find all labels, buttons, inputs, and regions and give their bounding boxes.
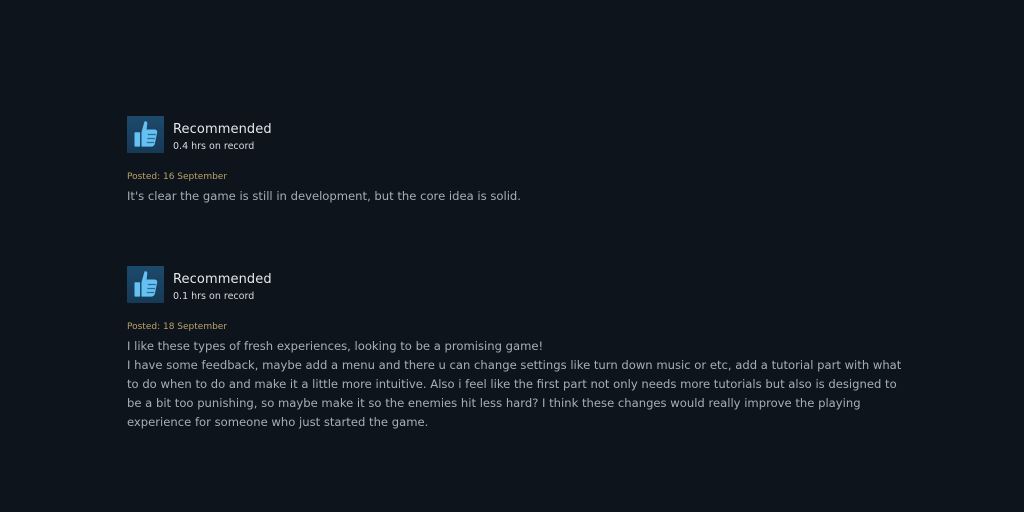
review-paragraph: I like these types of fresh experiences,… bbox=[127, 339, 544, 353]
review-paragraph: It's clear the game is still in developm… bbox=[127, 189, 521, 203]
review-header: Recommended 0.1 hrs on record bbox=[127, 266, 907, 304]
posted-date: Posted: 16 September bbox=[127, 172, 228, 182]
review-text: It's clear the game is still in developm… bbox=[127, 187, 902, 206]
review-verdict[interactable]: Recommended bbox=[173, 272, 272, 287]
hours-on-record: 0.1 hrs on record bbox=[173, 291, 255, 302]
review-card: Recommended 0.1 hrs on record Posted: 18… bbox=[127, 266, 907, 429]
posted-date: Posted: 18 September bbox=[127, 322, 228, 332]
thumbs-up-icon[interactable] bbox=[127, 116, 164, 153]
review-verdict[interactable]: Recommended bbox=[173, 122, 272, 137]
review-header: Recommended 0.4 hrs on record bbox=[127, 116, 907, 154]
review-text: I like these types of fresh experiences,… bbox=[127, 337, 902, 432]
thumbs-up-icon[interactable] bbox=[127, 266, 164, 303]
review-paragraph: I have some feedback, maybe add a menu a… bbox=[127, 358, 902, 429]
hours-on-record: 0.4 hrs on record bbox=[173, 141, 255, 152]
review-card: Recommended 0.4 hrs on record Posted: 16… bbox=[127, 116, 907, 203]
